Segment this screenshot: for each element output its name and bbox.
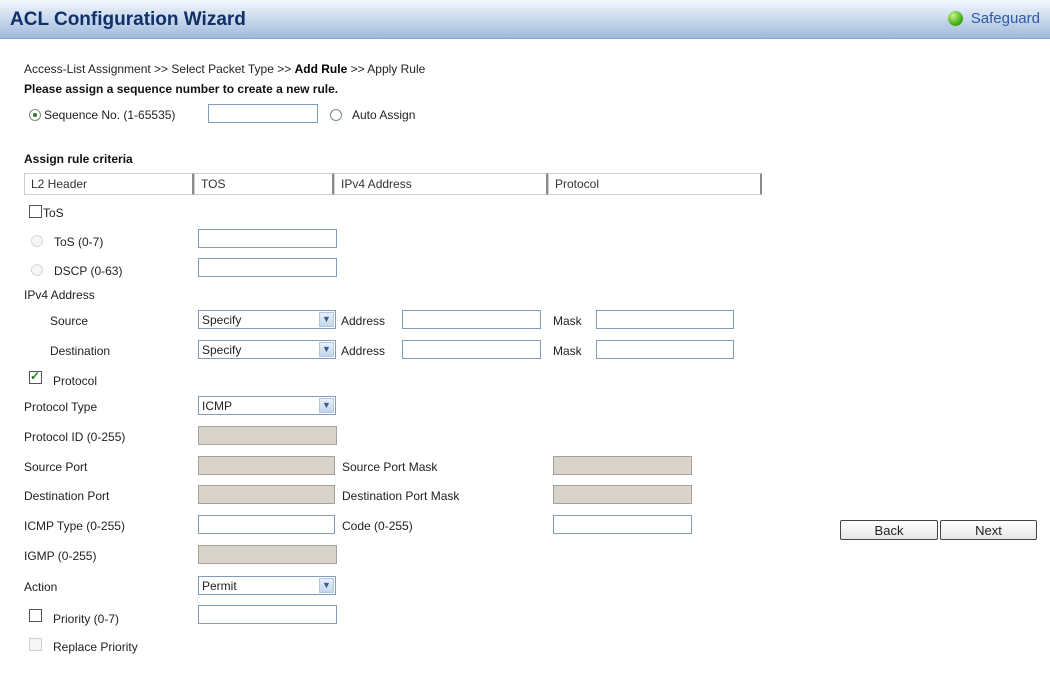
protocol-type-label: Protocol Type bbox=[24, 400, 98, 414]
source-port-mask-label: Source Port Mask bbox=[342, 460, 438, 474]
code-input[interactable] bbox=[553, 515, 692, 534]
source-address-label: Address bbox=[341, 314, 386, 328]
action-label: Action bbox=[24, 580, 58, 594]
destination-port-mask-label: Destination Port Mask bbox=[342, 489, 460, 503]
next-button[interactable]: Next bbox=[940, 520, 1037, 540]
destination-port-mask-input[interactable] bbox=[553, 485, 692, 504]
tos-checkbox[interactable] bbox=[29, 205, 42, 218]
icmp-type-label: ICMP Type (0-255) bbox=[24, 519, 125, 533]
dscp-radio[interactable] bbox=[31, 264, 43, 276]
destination-label: Destination bbox=[50, 344, 111, 358]
source-port-input[interactable] bbox=[198, 456, 335, 475]
replace-priority-checkbox[interactable] bbox=[29, 638, 42, 651]
chevron-down-icon: ▼ bbox=[319, 312, 334, 327]
destination-select-value: Specify bbox=[202, 343, 242, 357]
destination-mask-input[interactable] bbox=[596, 340, 734, 359]
tos-radio[interactable] bbox=[31, 235, 43, 247]
sequence-radio[interactable] bbox=[29, 109, 41, 121]
destination-address-input[interactable] bbox=[402, 340, 541, 359]
destination-mask-label: Mask bbox=[553, 344, 582, 358]
priority-label: Priority (0-7) bbox=[53, 612, 120, 626]
destination-port-label: Destination Port bbox=[24, 489, 110, 503]
source-label: Source bbox=[50, 314, 89, 328]
action-select-value: Permit bbox=[202, 579, 237, 593]
chevron-down-icon: ▼ bbox=[319, 578, 334, 593]
window-title: ACL Configuration Wizard bbox=[10, 9, 246, 30]
tos-label: ToS (0-7) bbox=[54, 235, 104, 249]
chevron-down-icon: ▼ bbox=[319, 398, 334, 413]
tos-checkbox-label: ToS bbox=[43, 206, 64, 220]
priority-input[interactable] bbox=[198, 605, 337, 624]
sequence-prompt: Please assign a sequence number to creat… bbox=[24, 82, 339, 96]
protocol-type-select[interactable]: ICMP ▼ bbox=[198, 396, 336, 415]
priority-checkbox[interactable] bbox=[29, 609, 42, 622]
breadcrumb-current: Add Rule bbox=[294, 62, 348, 76]
brand: Safeguard bbox=[947, 10, 1040, 27]
protocol-checkbox-label: Protocol bbox=[53, 374, 98, 388]
destination-address-label: Address bbox=[341, 344, 386, 358]
destination-port-input[interactable] bbox=[198, 485, 335, 504]
source-port-mask-input[interactable] bbox=[553, 456, 692, 475]
source-port-label: Source Port bbox=[24, 460, 88, 474]
protocol-checkbox[interactable]: ✓ bbox=[29, 369, 42, 384]
tab-protocol[interactable]: Protocol bbox=[548, 173, 762, 195]
replace-priority-label: Replace Priority bbox=[53, 640, 138, 654]
auto-assign-radio[interactable] bbox=[330, 109, 342, 121]
source-address-input[interactable] bbox=[402, 310, 541, 329]
chevron-down-icon: ▼ bbox=[319, 342, 334, 357]
checkmark-icon: ✓ bbox=[30, 369, 41, 383]
dscp-label: DSCP (0-63) bbox=[54, 264, 123, 278]
igmp-input[interactable] bbox=[198, 545, 337, 564]
source-mask-label: Mask bbox=[553, 314, 582, 328]
tab-l2-header[interactable]: L2 Header bbox=[24, 173, 194, 195]
protocol-id-input[interactable] bbox=[198, 426, 337, 445]
tos-input[interactable] bbox=[198, 229, 337, 248]
title-bar: ACL Configuration Wizard Safeguard bbox=[0, 0, 1050, 39]
tab-tos[interactable]: TOS bbox=[194, 173, 334, 195]
dscp-input[interactable] bbox=[198, 258, 337, 277]
action-select[interactable]: Permit ▼ bbox=[198, 576, 336, 595]
protocol-id-label: Protocol ID (0-255) bbox=[24, 430, 126, 444]
sequence-input[interactable] bbox=[208, 104, 318, 123]
icmp-type-input[interactable] bbox=[198, 515, 335, 534]
protocol-type-value: ICMP bbox=[202, 399, 232, 413]
criteria-heading: Assign rule criteria bbox=[24, 152, 133, 166]
breadcrumb-step: Access-List Assignment >> Select Packet … bbox=[24, 62, 295, 76]
source-select-value: Specify bbox=[202, 313, 242, 327]
breadcrumb: Access-List Assignment >> Select Packet … bbox=[24, 62, 425, 76]
green-dot-icon bbox=[947, 11, 963, 26]
igmp-label: IGMP (0-255) bbox=[24, 549, 97, 563]
code-label: Code (0-255) bbox=[342, 519, 413, 533]
sequence-label: Sequence No. (1-65535) bbox=[44, 108, 176, 122]
ipv4-heading: IPv4 Address bbox=[24, 288, 95, 302]
source-select[interactable]: Specify ▼ bbox=[198, 310, 336, 329]
back-button[interactable]: Back bbox=[840, 520, 938, 540]
auto-assign-label: Auto Assign bbox=[352, 108, 416, 122]
source-mask-input[interactable] bbox=[596, 310, 734, 329]
brand-label: Safeguard bbox=[970, 10, 1040, 27]
destination-select[interactable]: Specify ▼ bbox=[198, 340, 336, 359]
tab-ipv4-address[interactable]: IPv4 Address bbox=[334, 173, 548, 195]
breadcrumb-step: >> Apply Rule bbox=[347, 62, 426, 76]
